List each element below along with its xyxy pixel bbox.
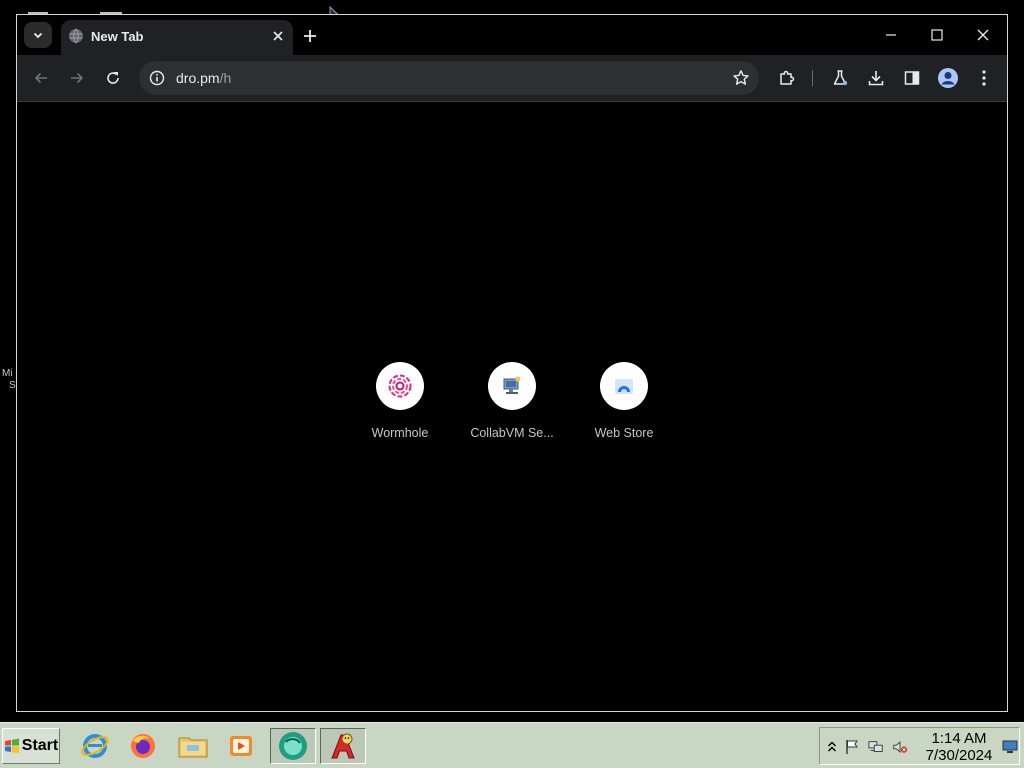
media-player-icon [230,736,252,756]
more-vertical-icon [982,70,986,86]
browser-toolbar: dro.pm/h [17,55,1007,102]
taskbar-media-player[interactable] [218,728,264,764]
network-icon [868,741,883,752]
flask-icon [833,70,848,86]
chevron-down-icon [33,32,43,39]
shortcut-icon-tile [376,362,424,410]
collabvm-icon [503,376,521,394]
url-path: /h [219,70,232,86]
site-info-button[interactable] [148,69,166,87]
chrome-icon [279,732,307,760]
reload-icon [107,72,119,84]
wormhole-icon [388,374,412,398]
maximize-button[interactable] [915,22,959,48]
info-icon [149,70,165,86]
start-label: Start [21,737,59,754]
paint-app-icon [331,733,355,759]
taskbar-file-explorer[interactable] [170,728,216,764]
desktop-icon-label-fragment: Mi [2,368,13,379]
profile-icon [938,68,958,88]
side-panel-icon [904,71,920,85]
shortcut-label: Web Store [594,426,654,440]
toolbar-separator [812,70,813,86]
monitor-icon [1002,740,1018,753]
downloads-button[interactable] [863,65,889,91]
url-host: dro.pm [176,70,220,86]
menu-button[interactable] [971,65,997,91]
maximize-icon [931,29,943,41]
taskbar-clock[interactable]: 1:14 AM 7/30/2024 [918,730,1000,764]
profile-button[interactable] [935,65,961,91]
shortcut-wormhole[interactable]: Wormhole [350,362,450,440]
bookmark-button[interactable] [729,66,753,90]
extensions-button[interactable] [774,65,800,91]
minimize-icon [886,34,896,36]
tab-title: New Tab [91,29,144,44]
download-icon [868,71,884,86]
arrow-right-icon [71,72,84,84]
side-panel-button[interactable] [899,65,925,91]
web-store-icon [615,379,633,394]
taskbar-paint-app[interactable] [320,728,366,764]
shortcut-icon-tile [488,362,536,410]
new-tab-page: Wormhole CollabVM Se... Web Store [17,102,1007,711]
back-button[interactable] [28,65,54,91]
taskbar-internet-explorer[interactable] [72,728,118,764]
reload-button[interactable] [100,65,126,91]
taskbar-firefox[interactable] [120,728,166,764]
taskbar: Start 1:14 AM 7/30/2024 [0,722,1024,768]
clock-time: 1:14 AM [931,730,987,747]
chevron-up-icon [828,741,836,752]
clock-date: 7/30/2024 [925,747,993,764]
network-button[interactable] [868,739,884,755]
close-window-button[interactable] [961,22,1005,48]
show-hidden-icons-button[interactable] [824,739,840,755]
start-button[interactable]: Start [2,728,60,764]
show-desktop-button[interactable] [1001,739,1019,755]
browser-window: New Tab dro.pm/h Wormhole CollabVM Se...… [16,14,1008,712]
close-icon [273,31,283,41]
action-center-button[interactable] [844,739,860,755]
globe-icon [69,28,83,44]
internet-explorer-icon [81,734,109,758]
taskbar-chrome[interactable] [270,728,316,764]
url-text[interactable]: dro.pm/h [176,70,231,86]
star-icon [733,70,749,85]
shortcut-web-store[interactable]: Web Store [574,362,674,440]
forward-button[interactable] [64,65,90,91]
windows-logo-icon [4,738,19,754]
labs-button[interactable] [827,65,853,91]
shortcut-label: CollabVM Se... [470,426,554,440]
new-tab-button[interactable] [299,25,321,47]
address-bar[interactable]: dro.pm/h [139,61,759,95]
puzzle-icon [780,70,795,85]
tab-strip: New Tab [17,15,1007,55]
firefox-icon [131,734,155,758]
minimize-button[interactable] [869,22,913,48]
close-icon [977,29,989,41]
tab-search-button[interactable] [24,22,52,48]
volume-button[interactable] [892,739,908,755]
desktop-icon-label-fragment: S [9,380,16,391]
plus-icon [304,30,316,42]
flag-icon [846,740,858,754]
tab-close-button[interactable] [269,27,287,45]
arrow-left-icon [34,72,47,84]
volume-muted-icon [893,741,908,753]
system-tray: 1:14 AM 7/30/2024 [819,727,1020,765]
file-explorer-icon [178,737,208,758]
shortcut-icon-tile [600,362,648,410]
shortcut-label: Wormhole [371,426,429,440]
tab-new-tab[interactable]: New Tab [61,20,293,55]
shortcut-collabvm[interactable]: CollabVM Se... [462,362,562,440]
